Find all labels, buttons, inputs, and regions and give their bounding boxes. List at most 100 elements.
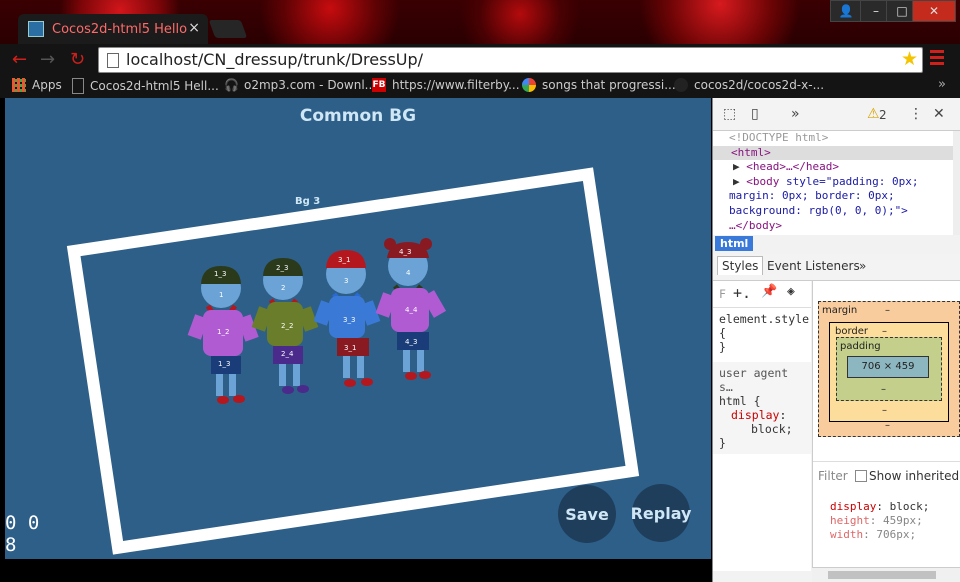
scrollbar-thumb[interactable] bbox=[828, 571, 936, 579]
computed-row[interactable]: width: 706px; bbox=[830, 528, 960, 542]
google-icon bbox=[522, 78, 536, 92]
box-margin: margin – – border – – padding – 706 × 45… bbox=[818, 301, 960, 437]
dom-body-node[interactable]: ▶ <body style="padding: 0px; bbox=[713, 175, 953, 190]
page-icon bbox=[107, 53, 119, 68]
styles-pane: F +. 📌 ◈ element.style { } user agent s…… bbox=[713, 281, 811, 571]
page-favicon-icon bbox=[28, 21, 44, 37]
dom-html-node[interactable]: <html> bbox=[713, 145, 953, 161]
box-border: border – – padding – 706 × 459 bbox=[829, 322, 949, 422]
ua-value: block; bbox=[751, 422, 793, 436]
char2-head-label: 2 bbox=[281, 284, 285, 292]
address-bar[interactable]: localhost/CN_dressup/trunk/DressUp/ ★ bbox=[98, 47, 923, 73]
devtools-menu-icon[interactable]: ⋮ bbox=[909, 106, 923, 122]
expand-arrow-icon[interactable]: ▶ bbox=[733, 160, 740, 173]
fps-line-1: 0 0 bbox=[5, 512, 40, 534]
add-rule-icon[interactable]: +. bbox=[733, 284, 751, 302]
show-inherited-checkbox[interactable] bbox=[855, 470, 867, 482]
game-canvas[interactable]: Common BG Bg 3 1_3 1 1_2 1_3 2_3 2 2_2 2… bbox=[5, 98, 711, 559]
profile-icon[interactable]: 👤 bbox=[830, 0, 862, 22]
ua-close: } bbox=[719, 436, 726, 450]
fps-line-2: 8 bbox=[5, 534, 17, 556]
close-window-icon[interactable]: ✕ bbox=[912, 0, 956, 22]
browser-tab[interactable]: Cocos2d-html5 Hello Wo × bbox=[18, 14, 208, 44]
tab-close-icon[interactable]: × bbox=[188, 20, 200, 36]
char1-head-label: 1 bbox=[219, 291, 223, 299]
bookmark-o2mp3[interactable]: 🎧 o2mp3.com - Downl... bbox=[224, 78, 376, 92]
bookmark-filterby[interactable]: FB https://www.filterby... bbox=[372, 78, 520, 92]
devtools-panel: ⬚ ▯ » ⚠ 2 ⋮ ✕ <!DOCTYPE html> <html> ▶ <… bbox=[712, 98, 960, 582]
dom-head-node[interactable]: ▶ <head>…</head> bbox=[713, 160, 953, 175]
styles-filter-icon[interactable]: F bbox=[719, 287, 726, 301]
device-mode-icon[interactable]: ▯ bbox=[751, 106, 759, 122]
reload-icon[interactable]: ↻ bbox=[70, 49, 85, 70]
computed-filter[interactable]: Filter bbox=[818, 469, 848, 483]
warning-count[interactable]: 2 bbox=[879, 108, 887, 122]
tab-styles[interactable]: Styles bbox=[717, 256, 764, 275]
bookmark-cocos2d-github[interactable]: cocos2d/cocos2d-x-... bbox=[674, 78, 824, 92]
pin-icon[interactable]: 📌 bbox=[761, 284, 777, 299]
character-3[interactable]: 3_1 3 3_3 3_1 bbox=[313, 250, 381, 387]
char2-hat-label: 2_3 bbox=[276, 264, 288, 272]
page-bottom bbox=[0, 559, 712, 582]
computed-row[interactable]: display: block; bbox=[830, 500, 960, 514]
char4-legs-label: 4_3 bbox=[405, 338, 417, 346]
forward-arrow-icon[interactable]: → bbox=[40, 49, 55, 70]
computed-row[interactable]: height: 459px; bbox=[830, 514, 960, 528]
devtools-close-icon[interactable]: ✕ bbox=[933, 106, 945, 122]
character-4[interactable]: 4_3 4 4_4 4_3 bbox=[375, 238, 447, 380]
dom-scrollbar[interactable] bbox=[953, 131, 960, 235]
bookmark-apps[interactable]: Apps bbox=[12, 78, 62, 92]
devtools-toolbar: ⬚ ▯ » ⚠ 2 ⋮ ✕ bbox=[713, 98, 960, 131]
border-top: – bbox=[882, 326, 887, 337]
page-icon bbox=[72, 78, 84, 94]
warning-icon[interactable]: ⚠ bbox=[867, 106, 880, 122]
ua-label: user agent s… bbox=[719, 366, 789, 394]
save-button[interactable]: Save bbox=[558, 485, 616, 543]
address-url[interactable]: localhost/CN_dressup/trunk/DressUp/ bbox=[126, 50, 423, 69]
show-inherited-label: Show inherited bbox=[869, 469, 960, 483]
padding-label: padding bbox=[840, 341, 881, 352]
fps-stats: 0 0 8 bbox=[5, 512, 39, 556]
dom-body-close: …</body> bbox=[729, 218, 782, 232]
border-bottom: – bbox=[882, 405, 887, 416]
character-1[interactable]: 1_3 1 1_2 1_3 bbox=[187, 266, 259, 404]
ua-prop: display: bbox=[731, 408, 787, 422]
box-content-size: 706 × 459 bbox=[847, 356, 929, 378]
padding-bottom: – bbox=[881, 384, 886, 395]
new-tab-button[interactable] bbox=[208, 20, 248, 38]
char3-shirt-label: 3_3 bbox=[343, 316, 355, 324]
char1-shirt-label: 1_2 bbox=[217, 328, 229, 336]
tab-more[interactable]: » bbox=[859, 259, 866, 273]
bookmarks-bar: Apps Cocos2d-html5 Hell... 🎧 o2mp3.com -… bbox=[0, 74, 960, 98]
browser-titlebar: Cocos2d-html5 Hello Wo × 👤 – □ ✕ bbox=[0, 0, 960, 44]
char2-shirt-label: 2_2 bbox=[281, 322, 293, 330]
ua-rule: user agent s… html { display: block; } bbox=[713, 362, 811, 454]
toggle-state-icon[interactable]: ◈ bbox=[787, 284, 795, 299]
back-arrow-icon[interactable]: ← bbox=[12, 49, 27, 70]
dom-doctype[interactable]: <!DOCTYPE html> bbox=[713, 131, 953, 146]
horizontal-scrollbar[interactable] bbox=[812, 567, 960, 582]
margin-top: – bbox=[885, 305, 890, 316]
border-label: border bbox=[835, 326, 869, 337]
char3-legs-label: 3_1 bbox=[344, 344, 356, 352]
breadcrumb[interactable]: html bbox=[715, 236, 754, 251]
ua-selector: html { bbox=[719, 394, 761, 408]
expand-arrow-icon[interactable]: ▶ bbox=[733, 175, 740, 188]
tab-event-listeners[interactable]: Event Listeners bbox=[767, 259, 860, 273]
character-2[interactable]: 2_3 2 2_2 2_4 bbox=[251, 258, 319, 394]
chrome-menu-icon[interactable] bbox=[930, 50, 944, 66]
bookmark-cocos[interactable]: Cocos2d-html5 Hell... bbox=[72, 78, 219, 94]
computed-filter-bar: Filter Show inherited bbox=[813, 461, 960, 488]
replay-button[interactable]: Replay bbox=[631, 484, 691, 542]
apps-grid-icon bbox=[12, 78, 26, 92]
inspect-element-icon[interactable]: ⬚ bbox=[723, 106, 736, 122]
styles-toolbar: F +. 📌 ◈ bbox=[713, 281, 811, 308]
characters-layer: 1_3 1 1_2 1_3 2_3 2 2_2 2_4 3_1 3 3_3 3_… bbox=[187, 238, 447, 404]
bookmarks-more-icon[interactable]: » bbox=[938, 77, 946, 92]
element-style-selector[interactable]: element.style bbox=[719, 312, 809, 326]
bookmark-songs[interactable]: songs that progressi... bbox=[522, 78, 676, 92]
more-panels-icon[interactable]: » bbox=[791, 106, 800, 122]
dom-body-style-3: background: rgb(0, 0, 0);"> bbox=[729, 203, 908, 217]
bookmark-star-icon[interactable]: ★ bbox=[901, 48, 918, 70]
brace-open: { bbox=[719, 326, 726, 340]
